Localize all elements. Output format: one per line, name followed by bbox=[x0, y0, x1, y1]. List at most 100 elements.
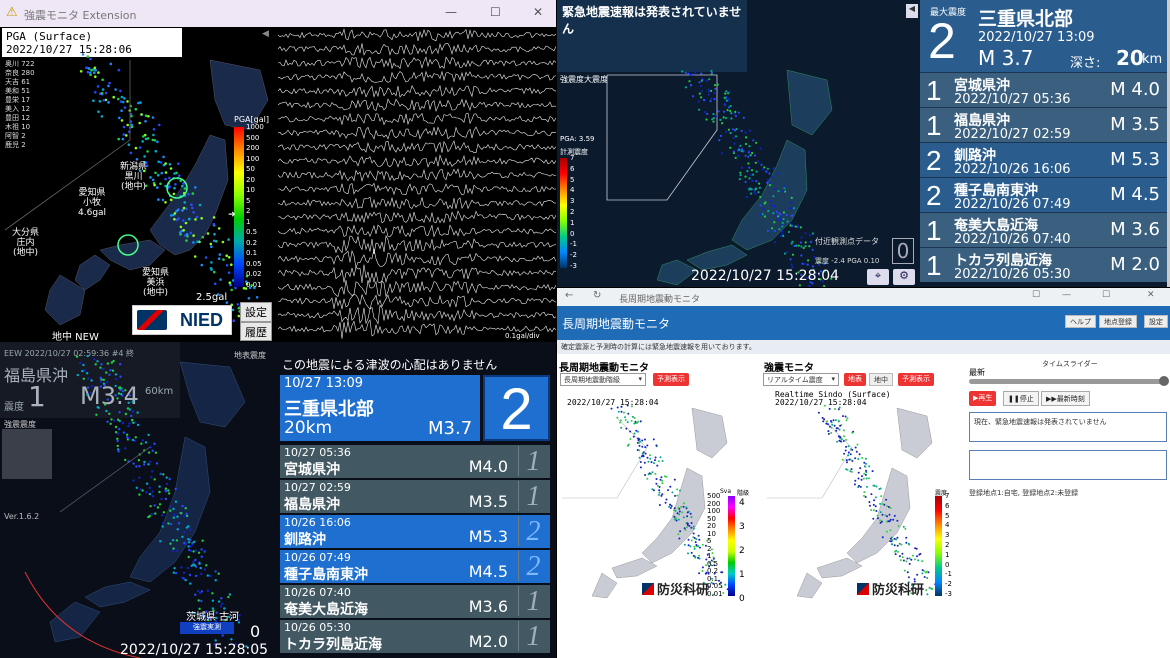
history-intensity: 1 bbox=[926, 110, 942, 141]
station-dot bbox=[701, 566, 704, 569]
bl-history-row[interactable]: 10/26 07:40 奄美大島近海 M3.6 1 bbox=[280, 585, 550, 618]
bl-history-row[interactable]: 10/26 07:49 種子島南東沖 M4.5 2 bbox=[280, 550, 550, 583]
history-intensity: 2 bbox=[926, 145, 942, 176]
history-row[interactable]: 2 釧路沖 2022/10/26 16:06 M 5.3 bbox=[920, 142, 1170, 177]
station-dot bbox=[854, 479, 857, 482]
station-dot bbox=[896, 536, 899, 539]
station-dot bbox=[873, 499, 876, 502]
station-dot bbox=[183, 531, 186, 534]
settings-gear-icon[interactable]: ⚙ bbox=[893, 269, 915, 285]
station-dot bbox=[732, 128, 735, 131]
lp-predict-button[interactable]: 予測表示 bbox=[653, 373, 689, 386]
station-dot bbox=[173, 567, 176, 570]
history-row[interactable]: 1 奄美大島近海 2022/10/26 07:40 M 3.6 bbox=[920, 212, 1170, 247]
station-dot bbox=[116, 397, 119, 400]
lp-class-select[interactable]: 長周期地震動階級 ▾ bbox=[560, 373, 646, 386]
station-dot bbox=[178, 231, 182, 234]
station-dot bbox=[131, 410, 135, 413]
play-button[interactable]: ▶再生 bbox=[969, 391, 997, 406]
station-dot bbox=[138, 465, 141, 468]
station-dot bbox=[128, 394, 131, 397]
time-slider[interactable] bbox=[969, 379, 1167, 384]
station-dot bbox=[195, 215, 199, 219]
station-dot bbox=[859, 467, 862, 470]
station-dot bbox=[185, 207, 188, 210]
browser-tab-icon[interactable]: ☐ bbox=[1032, 290, 1040, 300]
km-panel-title: 強震モニタ bbox=[764, 363, 814, 374]
station-dot bbox=[656, 464, 659, 467]
register-point-button[interactable]: 地点登録 bbox=[1099, 315, 1137, 328]
station-dot bbox=[655, 478, 658, 480]
settings-button[interactable]: 設定 bbox=[240, 302, 272, 322]
bl-history-intensity: 1 bbox=[518, 446, 548, 477]
station-dot bbox=[808, 284, 811, 287]
station-dot bbox=[201, 235, 204, 239]
bl-history-row[interactable]: 10/27 02:59 福島県沖 M3.5 1 bbox=[280, 480, 550, 513]
station-dot bbox=[834, 419, 837, 422]
station-dot bbox=[138, 146, 142, 149]
maximize-icon[interactable]: ☐ bbox=[490, 5, 501, 19]
close-icon[interactable]: ✕ bbox=[533, 5, 543, 19]
history-row[interactable]: 2 種子島南東沖 2022/10/26 07:49 M 4.5 bbox=[920, 177, 1170, 212]
surface-button[interactable]: 地表 bbox=[844, 373, 866, 386]
browser-minimize-icon[interactable]: — bbox=[1062, 290, 1071, 300]
collapse-arrow-icon[interactable]: ◀ bbox=[262, 29, 269, 39]
history-row[interactable]: 1 トカラ列島近海 2022/10/26 05:30 M 2.0 bbox=[920, 247, 1170, 282]
station-dot bbox=[153, 478, 156, 481]
station-dot bbox=[916, 555, 918, 558]
annotation-aichi: 愛知県 小牧 4.6gal bbox=[78, 188, 107, 218]
back-icon[interactable]: ← bbox=[565, 290, 573, 301]
station-dot bbox=[114, 431, 118, 434]
stop-button[interactable]: ❚❚停止 bbox=[1003, 391, 1039, 406]
station-dot bbox=[785, 213, 788, 217]
km-predict-button[interactable]: 予測表示 bbox=[898, 373, 934, 386]
history-magnitude: M 5.3 bbox=[1110, 149, 1160, 170]
station-dot bbox=[184, 578, 187, 582]
latest-time-button[interactable]: ▶▶最新時刻 bbox=[1041, 391, 1090, 406]
station-dot bbox=[147, 115, 150, 118]
window-titlebar[interactable]: ⚠ 強震モニタ Extension — ☐ ✕ bbox=[0, 0, 556, 27]
lp-bousai-logo: 防災科研 bbox=[642, 579, 709, 598]
bl-history-row[interactable]: 10/27 05:36 宮城県沖 M4.0 1 bbox=[280, 445, 550, 478]
station-dot bbox=[683, 527, 686, 530]
scale-tick: 0 bbox=[945, 560, 950, 569]
station-dot bbox=[744, 131, 747, 134]
lp-legend-title: Sva bbox=[720, 488, 732, 495]
station-dot bbox=[665, 475, 668, 478]
help-button[interactable]: ヘルプ bbox=[1065, 315, 1096, 328]
bl-history-row[interactable]: 10/26 16:06 釧路沖 M5.3 2 bbox=[280, 515, 550, 548]
station-dot bbox=[227, 256, 231, 259]
station-dot bbox=[857, 477, 860, 480]
station-dot bbox=[827, 432, 830, 435]
station-dot bbox=[162, 511, 166, 514]
station-dot bbox=[660, 494, 663, 497]
bl-history-row[interactable]: 10/26 05:30 トカラ列島近海 M2.0 1 bbox=[280, 620, 550, 653]
station-dot bbox=[823, 404, 826, 407]
panel-expand-icon[interactable]: ◀ bbox=[906, 4, 918, 18]
browser-close-icon[interactable]: ✕ bbox=[1147, 290, 1155, 300]
station-dot bbox=[188, 573, 192, 577]
station-dot bbox=[794, 225, 797, 228]
tr-japan-map[interactable] bbox=[557, 70, 920, 287]
br-settings-button[interactable]: 設定 bbox=[1144, 315, 1168, 328]
station-dot bbox=[717, 110, 720, 113]
station-dot bbox=[172, 547, 175, 550]
station-dot bbox=[854, 457, 857, 460]
slider-handle[interactable] bbox=[1159, 376, 1169, 386]
station-dot bbox=[655, 444, 658, 447]
history-row[interactable]: 1 福島県沖 2022/10/27 02:59 M 3.5 bbox=[920, 107, 1170, 142]
underground-button[interactable]: 地中 bbox=[869, 373, 893, 386]
refresh-icon[interactable]: ↻ bbox=[593, 290, 601, 301]
history-row[interactable]: 1 宮城県沖 2022/10/27 05:36 M 4.0 bbox=[920, 72, 1170, 107]
browser-titlebar[interactable]: ← ↻ 長周期地震動モニタ ☐ — ☐ ✕ bbox=[557, 288, 1170, 306]
km-mode-select[interactable]: リアルタイム震度 ▾ bbox=[763, 373, 839, 386]
browser-maximize-icon[interactable]: ☐ bbox=[1102, 290, 1110, 300]
station-dot bbox=[76, 373, 80, 377]
center-map-button[interactable]: ⌖ bbox=[867, 269, 889, 285]
minimize-icon[interactable]: — bbox=[445, 5, 457, 19]
station-dot bbox=[772, 195, 775, 198]
station-dot bbox=[121, 137, 125, 141]
km-japan-map[interactable] bbox=[762, 388, 947, 603]
station-dot bbox=[116, 439, 119, 443]
history-button[interactable]: 履歴 bbox=[240, 322, 272, 341]
